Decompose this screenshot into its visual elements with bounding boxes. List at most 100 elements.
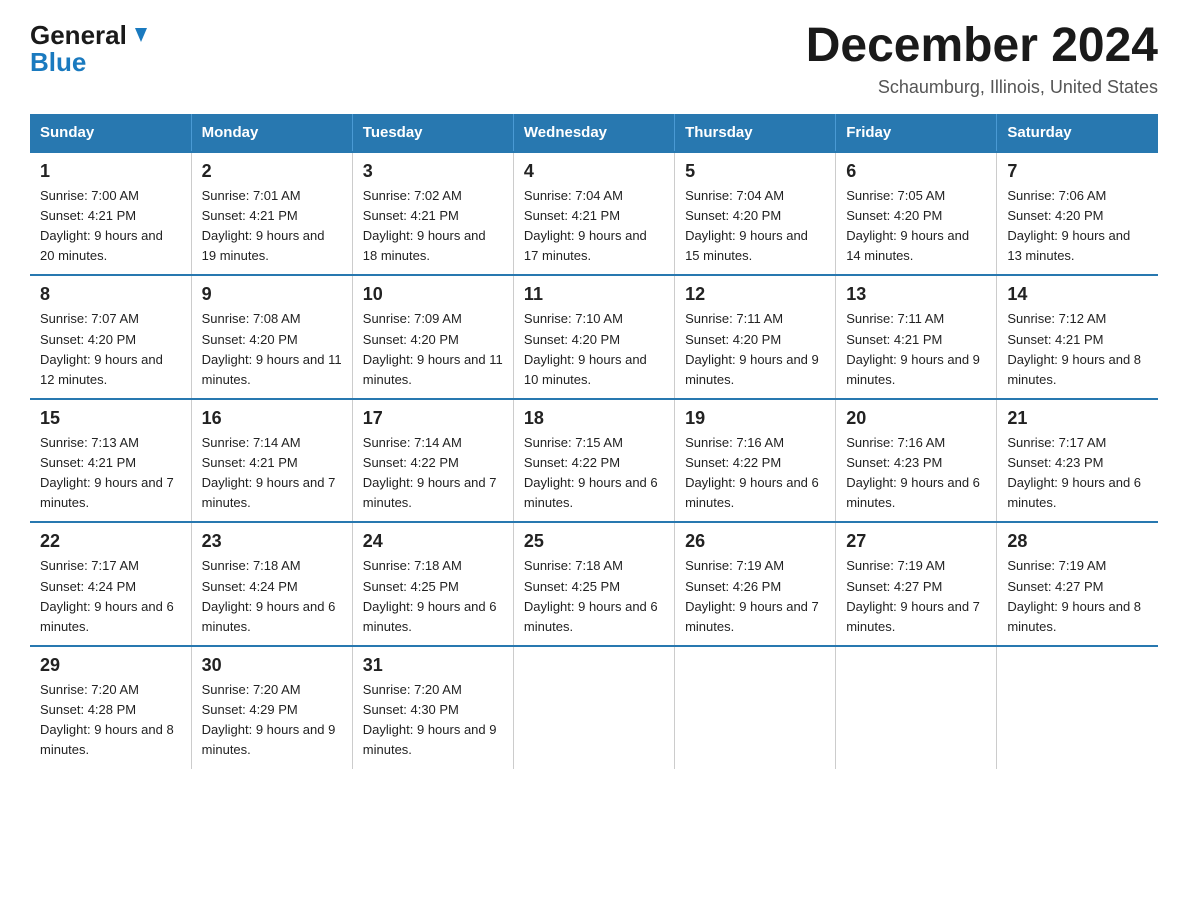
day-number: 4 bbox=[524, 161, 664, 182]
day-info: Sunrise: 7:18 AM Sunset: 4:25 PM Dayligh… bbox=[524, 556, 664, 637]
day-info: Sunrise: 7:09 AM Sunset: 4:20 PM Dayligh… bbox=[363, 309, 503, 390]
day-number: 5 bbox=[685, 161, 825, 182]
table-row: 9 Sunrise: 7:08 AM Sunset: 4:20 PM Dayli… bbox=[191, 275, 352, 399]
table-row: 23 Sunrise: 7:18 AM Sunset: 4:24 PM Dayl… bbox=[191, 522, 352, 646]
day-number: 12 bbox=[685, 284, 825, 305]
day-number: 1 bbox=[40, 161, 181, 182]
table-row: 27 Sunrise: 7:19 AM Sunset: 4:27 PM Dayl… bbox=[836, 522, 997, 646]
day-number: 23 bbox=[202, 531, 342, 552]
day-info: Sunrise: 7:02 AM Sunset: 4:21 PM Dayligh… bbox=[363, 186, 503, 267]
day-info: Sunrise: 7:14 AM Sunset: 4:22 PM Dayligh… bbox=[363, 433, 503, 514]
day-info: Sunrise: 7:11 AM Sunset: 4:20 PM Dayligh… bbox=[685, 309, 825, 390]
table-row: 20 Sunrise: 7:16 AM Sunset: 4:23 PM Dayl… bbox=[836, 399, 997, 523]
day-number: 18 bbox=[524, 408, 664, 429]
day-number: 27 bbox=[846, 531, 986, 552]
table-row: 15 Sunrise: 7:13 AM Sunset: 4:21 PM Dayl… bbox=[30, 399, 191, 523]
day-info: Sunrise: 7:04 AM Sunset: 4:20 PM Dayligh… bbox=[685, 186, 825, 267]
col-monday: Monday bbox=[191, 114, 352, 152]
day-number: 15 bbox=[40, 408, 181, 429]
day-number: 29 bbox=[40, 655, 181, 676]
calendar-body: 1 Sunrise: 7:00 AM Sunset: 4:21 PM Dayli… bbox=[30, 152, 1158, 769]
day-info: Sunrise: 7:17 AM Sunset: 4:24 PM Dayligh… bbox=[40, 556, 181, 637]
table-row: 29 Sunrise: 7:20 AM Sunset: 4:28 PM Dayl… bbox=[30, 646, 191, 769]
logo: General Blue bbox=[30, 20, 151, 78]
table-row bbox=[675, 646, 836, 769]
day-info: Sunrise: 7:17 AM Sunset: 4:23 PM Dayligh… bbox=[1007, 433, 1148, 514]
day-info: Sunrise: 7:05 AM Sunset: 4:20 PM Dayligh… bbox=[846, 186, 986, 267]
day-number: 26 bbox=[685, 531, 825, 552]
calendar-header: Sunday Monday Tuesday Wednesday Thursday… bbox=[30, 114, 1158, 152]
table-row: 11 Sunrise: 7:10 AM Sunset: 4:20 PM Dayl… bbox=[513, 275, 674, 399]
day-info: Sunrise: 7:00 AM Sunset: 4:21 PM Dayligh… bbox=[40, 186, 181, 267]
day-info: Sunrise: 7:04 AM Sunset: 4:21 PM Dayligh… bbox=[524, 186, 664, 267]
table-row: 3 Sunrise: 7:02 AM Sunset: 4:21 PM Dayli… bbox=[352, 152, 513, 276]
day-info: Sunrise: 7:16 AM Sunset: 4:22 PM Dayligh… bbox=[685, 433, 825, 514]
col-tuesday: Tuesday bbox=[352, 114, 513, 152]
day-number: 21 bbox=[1007, 408, 1148, 429]
day-number: 8 bbox=[40, 284, 181, 305]
day-number: 19 bbox=[685, 408, 825, 429]
day-number: 10 bbox=[363, 284, 503, 305]
table-row: 19 Sunrise: 7:16 AM Sunset: 4:22 PM Dayl… bbox=[675, 399, 836, 523]
table-row: 10 Sunrise: 7:09 AM Sunset: 4:20 PM Dayl… bbox=[352, 275, 513, 399]
col-thursday: Thursday bbox=[675, 114, 836, 152]
table-row: 31 Sunrise: 7:20 AM Sunset: 4:30 PM Dayl… bbox=[352, 646, 513, 769]
table-row: 18 Sunrise: 7:15 AM Sunset: 4:22 PM Dayl… bbox=[513, 399, 674, 523]
table-row: 17 Sunrise: 7:14 AM Sunset: 4:22 PM Dayl… bbox=[352, 399, 513, 523]
table-row: 13 Sunrise: 7:11 AM Sunset: 4:21 PM Dayl… bbox=[836, 275, 997, 399]
day-number: 28 bbox=[1007, 531, 1148, 552]
day-number: 31 bbox=[363, 655, 503, 676]
location-subtitle: Schaumburg, Illinois, United States bbox=[806, 77, 1158, 98]
day-info: Sunrise: 7:07 AM Sunset: 4:20 PM Dayligh… bbox=[40, 309, 181, 390]
title-section: December 2024 Schaumburg, Illinois, Unit… bbox=[806, 20, 1158, 98]
day-number: 30 bbox=[202, 655, 342, 676]
day-info: Sunrise: 7:20 AM Sunset: 4:29 PM Dayligh… bbox=[202, 680, 342, 761]
day-number: 16 bbox=[202, 408, 342, 429]
day-number: 13 bbox=[846, 284, 986, 305]
day-info: Sunrise: 7:01 AM Sunset: 4:21 PM Dayligh… bbox=[202, 186, 342, 267]
day-info: Sunrise: 7:06 AM Sunset: 4:20 PM Dayligh… bbox=[1007, 186, 1148, 267]
table-row: 1 Sunrise: 7:00 AM Sunset: 4:21 PM Dayli… bbox=[30, 152, 191, 276]
table-row: 8 Sunrise: 7:07 AM Sunset: 4:20 PM Dayli… bbox=[30, 275, 191, 399]
day-info: Sunrise: 7:10 AM Sunset: 4:20 PM Dayligh… bbox=[524, 309, 664, 390]
day-number: 11 bbox=[524, 284, 664, 305]
day-info: Sunrise: 7:08 AM Sunset: 4:20 PM Dayligh… bbox=[202, 309, 342, 390]
day-info: Sunrise: 7:18 AM Sunset: 4:24 PM Dayligh… bbox=[202, 556, 342, 637]
day-info: Sunrise: 7:16 AM Sunset: 4:23 PM Dayligh… bbox=[846, 433, 986, 514]
table-row: 4 Sunrise: 7:04 AM Sunset: 4:21 PM Dayli… bbox=[513, 152, 674, 276]
day-info: Sunrise: 7:11 AM Sunset: 4:21 PM Dayligh… bbox=[846, 309, 986, 390]
table-row: 16 Sunrise: 7:14 AM Sunset: 4:21 PM Dayl… bbox=[191, 399, 352, 523]
day-number: 22 bbox=[40, 531, 181, 552]
logo-blue-text: Blue bbox=[30, 47, 86, 78]
table-row: 21 Sunrise: 7:17 AM Sunset: 4:23 PM Dayl… bbox=[997, 399, 1158, 523]
day-number: 25 bbox=[524, 531, 664, 552]
day-info: Sunrise: 7:19 AM Sunset: 4:26 PM Dayligh… bbox=[685, 556, 825, 637]
day-number: 3 bbox=[363, 161, 503, 182]
col-saturday: Saturday bbox=[997, 114, 1158, 152]
day-info: Sunrise: 7:20 AM Sunset: 4:30 PM Dayligh… bbox=[363, 680, 503, 761]
day-number: 14 bbox=[1007, 284, 1148, 305]
day-info: Sunrise: 7:19 AM Sunset: 4:27 PM Dayligh… bbox=[1007, 556, 1148, 637]
calendar-table: Sunday Monday Tuesday Wednesday Thursday… bbox=[30, 114, 1158, 769]
day-info: Sunrise: 7:20 AM Sunset: 4:28 PM Dayligh… bbox=[40, 680, 181, 761]
col-friday: Friday bbox=[836, 114, 997, 152]
day-number: 17 bbox=[363, 408, 503, 429]
table-row bbox=[997, 646, 1158, 769]
table-row: 25 Sunrise: 7:18 AM Sunset: 4:25 PM Dayl… bbox=[513, 522, 674, 646]
logo-triangle-icon bbox=[129, 24, 151, 46]
table-row: 26 Sunrise: 7:19 AM Sunset: 4:26 PM Dayl… bbox=[675, 522, 836, 646]
day-number: 24 bbox=[363, 531, 503, 552]
day-number: 7 bbox=[1007, 161, 1148, 182]
day-info: Sunrise: 7:18 AM Sunset: 4:25 PM Dayligh… bbox=[363, 556, 503, 637]
day-info: Sunrise: 7:14 AM Sunset: 4:21 PM Dayligh… bbox=[202, 433, 342, 514]
day-info: Sunrise: 7:15 AM Sunset: 4:22 PM Dayligh… bbox=[524, 433, 664, 514]
day-number: 9 bbox=[202, 284, 342, 305]
col-wednesday: Wednesday bbox=[513, 114, 674, 152]
table-row bbox=[513, 646, 674, 769]
table-row: 14 Sunrise: 7:12 AM Sunset: 4:21 PM Dayl… bbox=[997, 275, 1158, 399]
table-row: 28 Sunrise: 7:19 AM Sunset: 4:27 PM Dayl… bbox=[997, 522, 1158, 646]
col-sunday: Sunday bbox=[30, 114, 191, 152]
day-info: Sunrise: 7:19 AM Sunset: 4:27 PM Dayligh… bbox=[846, 556, 986, 637]
day-info: Sunrise: 7:12 AM Sunset: 4:21 PM Dayligh… bbox=[1007, 309, 1148, 390]
day-number: 20 bbox=[846, 408, 986, 429]
